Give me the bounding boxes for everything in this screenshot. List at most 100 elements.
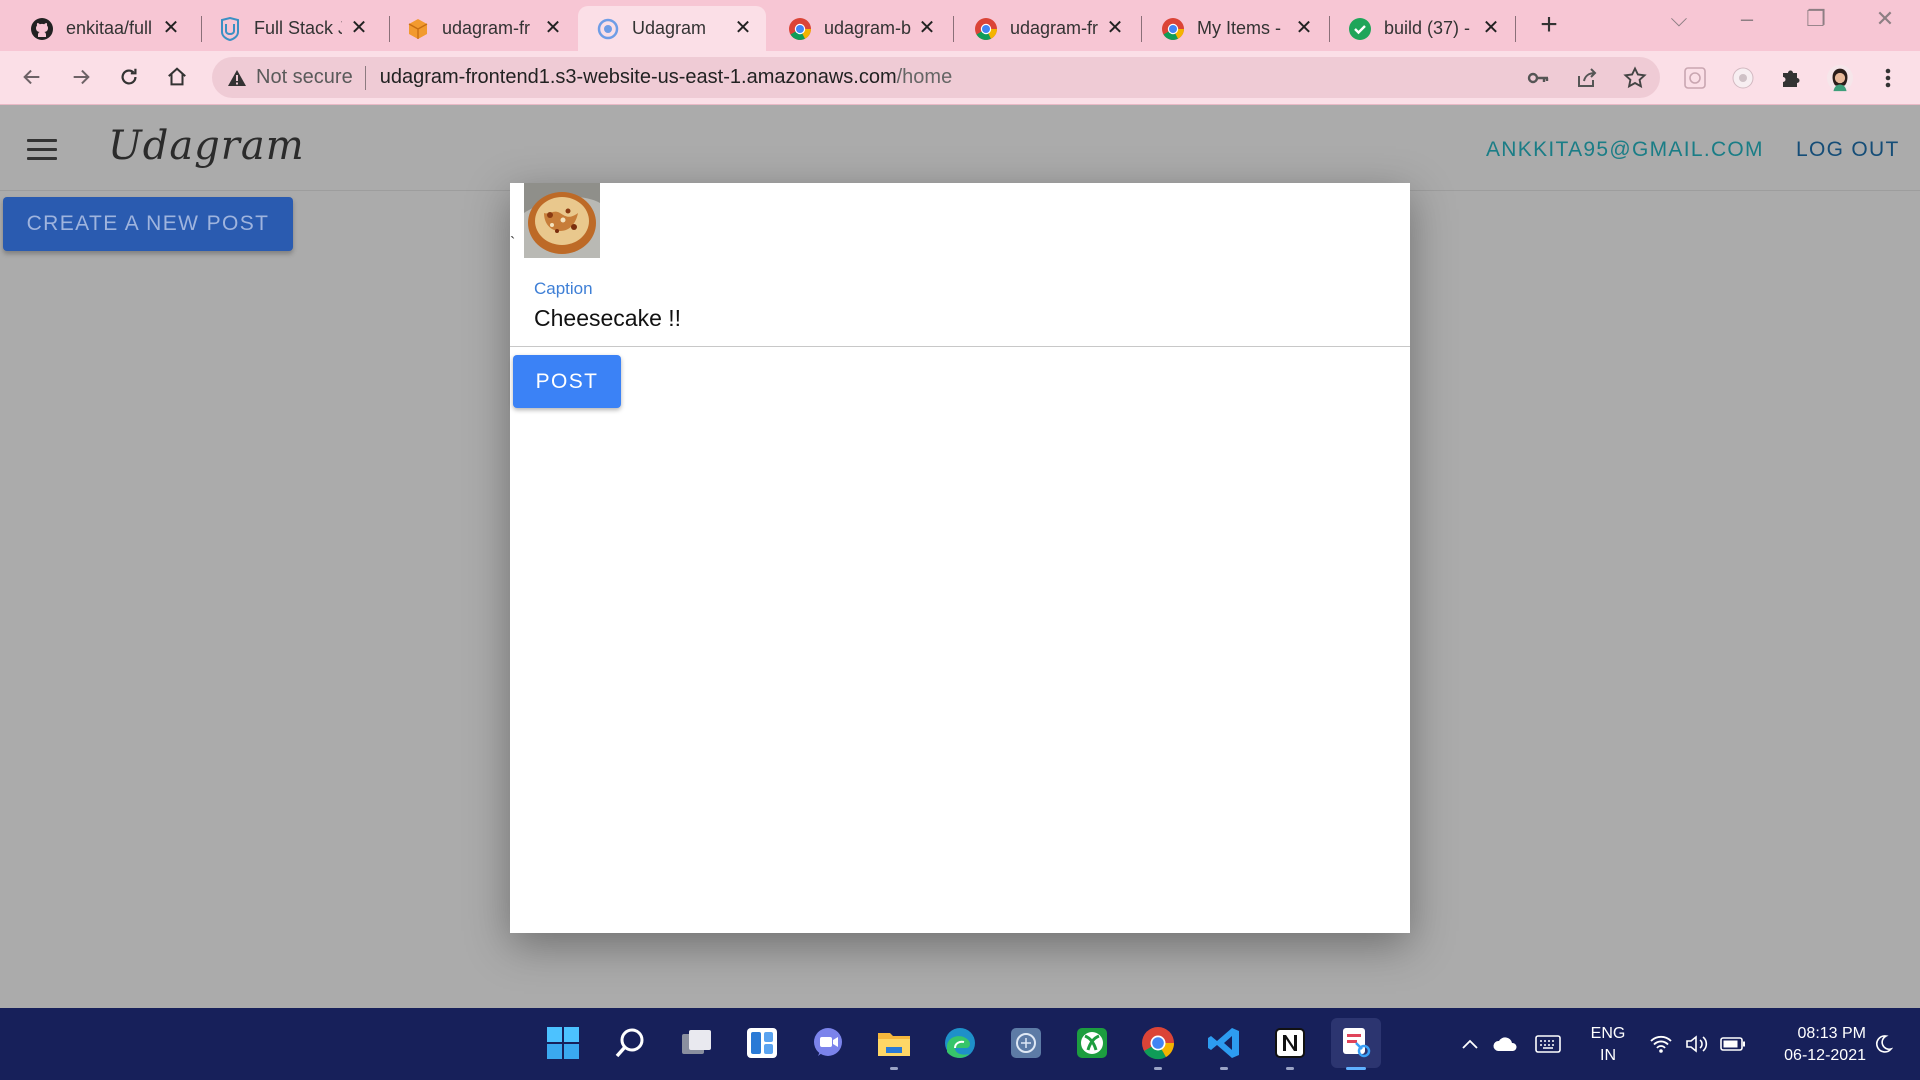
search-icon (615, 1028, 644, 1058)
aws-s3-icon (406, 17, 430, 41)
tab-udagram-frontend[interactable]: udagram-fr ✕ (956, 6, 1138, 51)
tab-aws-s3[interactable]: udagram-fr ✕ (388, 6, 576, 51)
snipping-tool-icon (1343, 1028, 1371, 1058)
volume-icon[interactable] (1682, 1031, 1712, 1057)
bookmark-star-icon[interactable] (1623, 66, 1647, 90)
tab-udagram[interactable]: Udagram ✕ (578, 6, 766, 51)
battery-icon[interactable] (1718, 1031, 1748, 1057)
clock-time: 08:13 PM (1797, 1025, 1866, 1042)
logout-link[interactable]: LOG OUT (1796, 138, 1900, 162)
arrow-right-icon (73, 69, 90, 85)
close-tab-icon[interactable]: ✕ (160, 18, 182, 38)
tab-separator (1141, 16, 1142, 42)
close-tab-icon[interactable]: ✕ (1104, 18, 1126, 38)
tab-my-items[interactable]: My Items - ✕ (1143, 6, 1327, 51)
widgets-button[interactable] (737, 1018, 787, 1068)
vscode-button[interactable] (1199, 1018, 1249, 1070)
folder-icon (878, 1033, 910, 1056)
start-button[interactable] (538, 1018, 588, 1068)
app-header: Udagram ANKKITA95@GMAIL.COM LOG OUT (0, 105, 1920, 191)
address-bar[interactable]: Not secure udagram-frontend1.s3-website-… (212, 57, 1660, 98)
wifi-icon[interactable] (1646, 1031, 1676, 1057)
edge-button[interactable] (935, 1018, 985, 1068)
minimize-button[interactable]: – (1732, 6, 1762, 32)
keyboard-icon[interactable] (1533, 1031, 1563, 1057)
running-indicator (1286, 1067, 1294, 1070)
menu-icon[interactable] (27, 139, 57, 161)
create-post-button[interactable]: CREATE A NEW POST (3, 197, 293, 251)
new-tab-button[interactable]: + (1534, 8, 1564, 42)
reload-button[interactable] (112, 60, 146, 94)
active-indicator (1346, 1067, 1366, 1070)
reload-icon (121, 68, 137, 85)
browser-toolbar: Not secure udagram-frontend1.s3-website-… (0, 51, 1920, 105)
caption-input[interactable]: Cheesecake !! (534, 305, 681, 332)
close-window-button[interactable]: ✕ (1870, 6, 1900, 32)
share-icon[interactable] (1575, 66, 1599, 90)
home-button[interactable] (160, 60, 194, 94)
windows-taskbar: ENG IN 08:13 PM 06-12-2021 (0, 1008, 1920, 1080)
home-icon (168, 67, 186, 86)
tab-title: udagram-fr (1010, 18, 1098, 38)
vscode-icon (1208, 1028, 1239, 1058)
language-indicator[interactable]: ENG IN (1584, 1023, 1632, 1067)
image-preview (524, 183, 600, 258)
user-email-link[interactable]: ANKKITA95@GMAIL.COM (1486, 138, 1764, 162)
chevron-up-icon[interactable] (1455, 1031, 1485, 1057)
file-explorer-button[interactable] (869, 1018, 919, 1070)
input-underline (510, 346, 1410, 347)
url-host: udagram-frontend1.s3-website-us-east-1.a… (379, 66, 897, 88)
snipping-tool-button[interactable] (1331, 1018, 1381, 1070)
url-text[interactable]: udagram-frontend1.s3-website-us-east-1.a… (380, 66, 953, 89)
system-clock[interactable]: 08:13 PM 06-12-2021 (1764, 1023, 1866, 1067)
chrome-icon (1161, 17, 1185, 41)
task-view-button[interactable] (671, 1018, 721, 1068)
close-tab-icon[interactable]: ✕ (1293, 18, 1315, 38)
close-tab-icon[interactable]: ✕ (732, 18, 754, 38)
app-button[interactable] (1001, 1018, 1051, 1068)
security-status[interactable]: Not secure (256, 66, 353, 89)
tab-udacity[interactable]: Full Stack Ja ✕ (200, 6, 382, 51)
warning-icon[interactable] (226, 67, 248, 89)
chat-icon (814, 1028, 842, 1056)
github-icon (30, 17, 54, 41)
tab-title: build (37) - (1384, 18, 1471, 38)
caption-label: Caption (534, 279, 593, 298)
tab-title: Udagram (632, 18, 707, 38)
back-button[interactable] (15, 60, 49, 94)
tab-title: udagram-b (824, 18, 912, 38)
arrow-left-icon (23, 69, 40, 85)
search-button[interactable] (605, 1018, 655, 1068)
restore-button[interactable]: ❐ (1801, 6, 1831, 32)
puzzle-extensions-icon[interactable] (1777, 64, 1805, 92)
do-not-disturb-moon-icon[interactable] (1868, 1031, 1898, 1057)
close-tab-icon[interactable]: ✕ (916, 18, 938, 38)
chrome-icon (974, 17, 998, 41)
app-logo[interactable]: Udagram (108, 123, 305, 169)
xbox-icon (1077, 1028, 1107, 1058)
check-circle-icon (1348, 17, 1372, 41)
edge-icon (945, 1028, 975, 1058)
tab-build[interactable]: build (37) - ✕ (1330, 6, 1514, 51)
profile-avatar[interactable] (1826, 64, 1854, 92)
more-menu-icon[interactable] (1874, 64, 1902, 92)
forward-button[interactable] (64, 60, 98, 94)
onedrive-cloud-icon[interactable] (1491, 1031, 1521, 1057)
xbox-button[interactable] (1067, 1018, 1117, 1068)
tab-search-chevron-icon[interactable]: ⌵ (1664, 6, 1694, 32)
post-button[interactable]: POST (513, 355, 621, 408)
extension-icon[interactable] (1729, 64, 1757, 92)
tab-github[interactable]: enkitaa/full ✕ (12, 6, 194, 51)
extension-icon[interactable] (1681, 64, 1709, 92)
teams-chat-button[interactable] (803, 1018, 853, 1068)
close-tab-icon[interactable]: ✕ (542, 18, 564, 38)
notion-button[interactable] (1265, 1018, 1315, 1070)
key-icon[interactable] (1526, 66, 1550, 90)
tab-udagram-backend[interactable]: udagram-b ✕ (770, 6, 950, 51)
running-indicator (890, 1067, 898, 1070)
tab-separator (1515, 16, 1516, 42)
chrome-icon (1142, 1027, 1175, 1060)
close-tab-icon[interactable]: ✕ (1480, 18, 1502, 38)
chrome-button[interactable] (1133, 1018, 1183, 1070)
close-tab-icon[interactable]: ✕ (348, 18, 370, 38)
